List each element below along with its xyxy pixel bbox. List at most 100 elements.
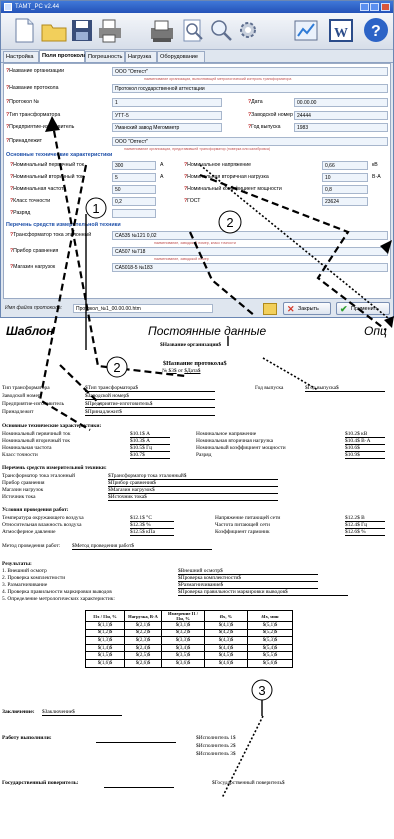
form-row-load: ?Магазин нагрузок CA5018-5 №183: [4, 262, 390, 273]
tab-protocol-fields[interactable]: Поля протокола*: [39, 50, 89, 62]
protocol-name-input[interactable]: Протокол государственной аттестации: [112, 84, 388, 93]
folder-icon[interactable]: [39, 16, 69, 45]
save-icon[interactable]: [67, 16, 97, 45]
doc-pres-label: Атмосферное давление: [2, 529, 56, 535]
print-icon[interactable]: [96, 16, 126, 45]
rank-label: ?Разряд: [10, 210, 31, 216]
doc-cmp-value: $Прибор сравнения$: [108, 480, 278, 487]
file-name-input[interactable]: Протокол_№1_00.00.00.htm: [73, 304, 213, 313]
form-row-f: ?Номинальная частота 50 ?Номинальный коэ…: [4, 184, 390, 195]
analysis-icon[interactable]: [291, 16, 321, 45]
tab-error[interactable]: Погрешность: [85, 51, 125, 62]
title-bar: ТАМТ_PC v2.44: [1, 1, 393, 13]
doc-hum-value: $12.3$ %: [130, 522, 174, 529]
doc-f-value: $10.5$ Гц: [130, 445, 170, 452]
u-input[interactable]: 0,66: [322, 161, 368, 170]
f-input[interactable]: 50: [112, 185, 156, 194]
close-button[interactable]: ✕ Закрыть: [283, 302, 331, 315]
doc-supf-value: $12.4$ Гц: [345, 522, 385, 529]
help-icon[interactable]: ?: [361, 16, 391, 45]
doc-maker-value: $Предприятие-изготовитель$: [85, 401, 215, 408]
type-select[interactable]: УТТ-5: [112, 111, 222, 120]
owner-input[interactable]: ООО "Оптест": [112, 137, 388, 146]
results-col-header: Нагрузка, В·А: [124, 610, 162, 622]
tab-equipment[interactable]: Оборудование: [157, 51, 205, 62]
date-label: ?Дата: [248, 99, 263, 105]
form-row-maker: ?Предприятие-изготовитель Уманский завод…: [4, 122, 390, 133]
i1-label: ?Номинальный первичный ток: [10, 162, 85, 168]
table-cell: $(5,5)$: [247, 651, 293, 660]
cmp-select[interactable]: CA507 №718: [112, 247, 388, 256]
tab-settings[interactable]: Настройка: [3, 51, 39, 62]
i1-input[interactable]: 300: [112, 161, 156, 170]
doc-type-label: Тип трансформатора: [2, 385, 50, 391]
doc-ref-label: Трансформатор тока эталонный: [2, 473, 76, 479]
type-label: ?Тип трансформатора: [6, 112, 61, 118]
form-row-i1: ?Номинальный первичный ток 300 А ?Номина…: [4, 160, 390, 171]
i2-input[interactable]: 5: [112, 173, 156, 182]
table-row: $(1,5)$ $(2,5)$ $(3,5)$ $(4,5)$ $(5,5)$: [85, 651, 293, 660]
search-icon[interactable]: [206, 16, 236, 45]
protocol-template-document-lower: Метод проведения работ: $Метод проведени…: [0, 540, 394, 839]
app-icon: [4, 3, 12, 11]
org-input[interactable]: ООО "Оптест": [112, 67, 388, 76]
doc-gov-label: Государственный поверитель:: [2, 780, 79, 786]
ref-select[interactable]: CA535 №121 0,02: [112, 231, 388, 240]
results-table: I1x / I1н, % Нагрузка, В·А Измерение I1 …: [85, 610, 293, 668]
doc-signature-line: [96, 741, 176, 743]
app-window: ТАМТ_PC v2.44 W ? Настройка Поля протоко…: [0, 0, 394, 318]
table-cell: $(1,5)$: [85, 651, 125, 660]
table-cell: $(2,4)$: [124, 643, 162, 653]
org-label: ?Название организации: [6, 68, 65, 74]
date-input[interactable]: 00.00.00: [294, 98, 388, 107]
gost-input[interactable]: 23624: [322, 197, 368, 206]
cos-input[interactable]: 0,8: [322, 185, 368, 194]
ref-label: ?Трансформатор тока эталонный: [10, 232, 92, 238]
doc-exec3: $Исполнитель 3$: [196, 751, 236, 757]
doc-conclusion-value: $Заключение$: [42, 709, 122, 716]
print-preview-icon[interactable]: [148, 16, 178, 45]
svg-text:?: ?: [371, 23, 381, 40]
folder-browse-icon[interactable]: [263, 303, 277, 315]
table-cell: $(4,6)$: [204, 658, 248, 668]
form-row-class: ?Класс точности 0,2 ?ГОСТ 23624: [4, 196, 390, 207]
form-row-org: ?Название организации ООО "Оптест": [4, 66, 390, 77]
doc-cos-value: $10.6$: [345, 445, 385, 452]
maker-select[interactable]: Уманский завод Мегомметр: [112, 123, 222, 132]
rank-select[interactable]: [112, 209, 156, 218]
serial-input[interactable]: 24444: [294, 111, 388, 120]
doc-r4-label: 4. Проверка правильности маркировки выво…: [2, 589, 112, 595]
doc-hum-label: Относительная влажность воздуха: [2, 522, 82, 528]
owner-label: ?Принадлежит: [6, 138, 43, 144]
s2-input[interactable]: 10: [322, 173, 368, 182]
form-row-owner: ?Принадлежит ООО "Оптест": [4, 136, 390, 147]
settings-icon[interactable]: [234, 16, 264, 45]
minimize-button[interactable]: [360, 3, 369, 11]
form-row-rank: ?Разряд: [4, 208, 390, 219]
doc-load-value: $Магазин нагрузок$: [108, 487, 278, 494]
doc-cond-heading: Условия проведения работ:: [2, 507, 69, 513]
doc-temp-label: Температура окружающего воздуха: [2, 515, 84, 521]
close-window-button[interactable]: [381, 3, 390, 11]
load-select[interactable]: CA5018-5 №183: [112, 263, 388, 272]
zoom-icon[interactable]: [178, 16, 208, 45]
cmp-label: ?Прибор сравнения: [10, 248, 59, 254]
new-doc-icon[interactable]: [9, 16, 39, 45]
maximize-button[interactable]: [370, 3, 379, 11]
doc-serial-label: Заводской номер: [2, 393, 41, 399]
year-input[interactable]: 1983: [294, 123, 388, 132]
doc-year-value: $Год выпуска$: [305, 385, 385, 392]
doc-src-label: Источник тока: [2, 494, 36, 500]
tab-load[interactable]: Нагрузка: [125, 51, 157, 62]
apply-button-label: Применить: [351, 306, 379, 312]
class-select[interactable]: 0,2: [112, 197, 156, 206]
word-icon[interactable]: W: [326, 16, 356, 45]
apply-button[interactable]: ✔ Применить: [336, 302, 390, 315]
protocol-no-input[interactable]: 1: [112, 98, 222, 107]
doc-ref-value: $Трансформатор тока эталонный$: [108, 473, 278, 480]
doc-date: $Дата$: [184, 368, 201, 374]
constant-data-caption: Постоянные данные: [148, 324, 267, 338]
doc-harm-value: $12.6$ %: [345, 529, 385, 536]
doc-i1-label: Номинальный первичный ток: [2, 431, 71, 437]
protocol-no-label: ?Протокол №: [6, 99, 39, 105]
